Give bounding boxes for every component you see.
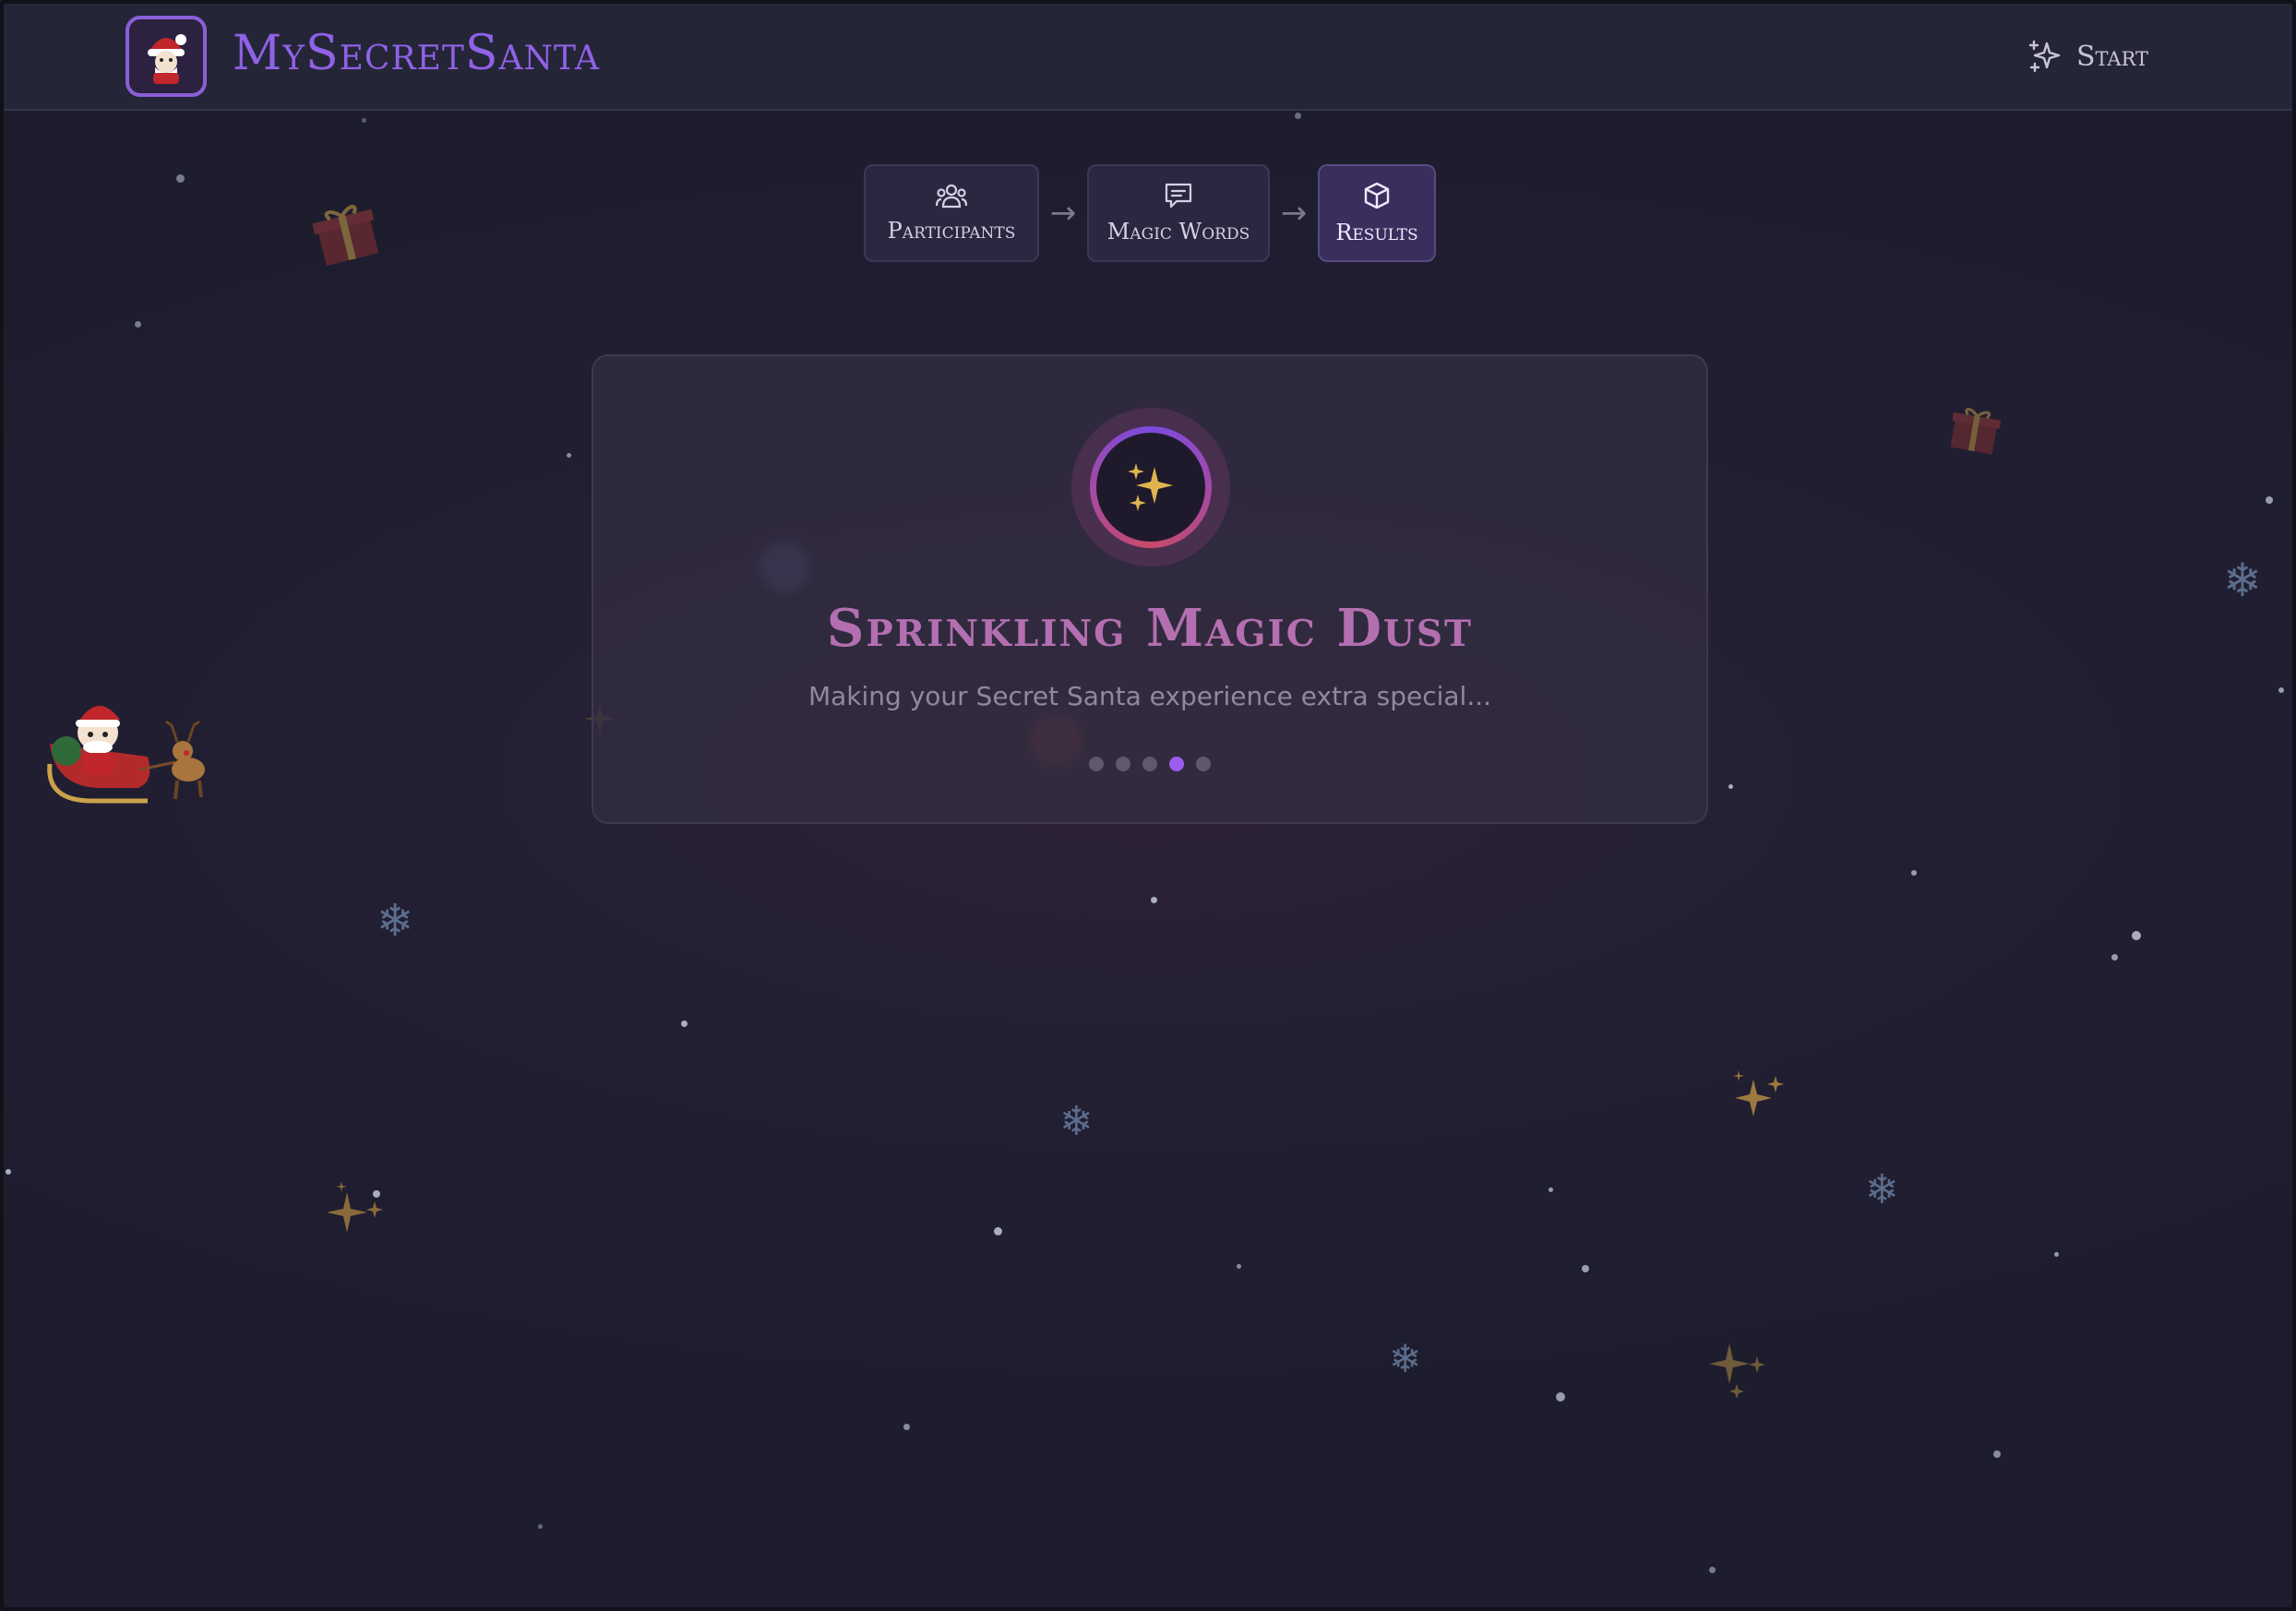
step-participants[interactable]: Participants [864,164,1039,262]
snow-dot [362,118,366,123]
snowflake-icon: ❄ [2223,554,2262,607]
progress-stepper: Participants → Magic Words → Results [864,164,1436,262]
sparkles-icon [2028,40,2061,73]
snow-dot [176,174,185,183]
users-icon [936,184,967,209]
snow-dot [2132,931,2141,940]
step-label: Magic Words [1106,219,1250,245]
progress-dot [1142,757,1157,771]
arrow-right-icon: → [1280,195,1308,232]
snowflake-icon: ❄ [377,895,414,947]
sparkle-icon [1709,1343,1765,1399]
snow-dot [1237,1264,1241,1269]
snow-dot [1556,1392,1565,1402]
gift-icon [312,205,379,267]
step-magic-words[interactable]: Magic Words [1087,164,1270,262]
snowflake-icon: ❄ [1865,1166,1899,1213]
snow-dot [538,1524,543,1529]
snow-dot [681,1020,688,1027]
snow-dot [1549,1187,1553,1192]
loading-card: Sprinkling Magic Dust Making your Secret… [592,354,1708,824]
brand-title[interactable]: MySecretSanta [233,26,600,81]
snow-dot [1911,870,1917,876]
progress-dot [1089,757,1104,771]
progress-dots [593,757,1706,771]
loading-subtitle: Making your Secret Santa experience extr… [807,681,1492,711]
snow-dot [1582,1265,1589,1272]
snow-dot [903,1424,910,1430]
snowflake-icon: ❄ [1389,1336,1422,1381]
snow-dot [6,1169,11,1175]
snow-dot [2278,687,2284,693]
app-header: MySecretSanta Start [0,0,2296,111]
progress-dot [1196,757,1211,771]
step-results[interactable]: Results [1318,164,1436,262]
sparkle-icon [327,1181,383,1233]
step-label: Results [1335,220,1418,245]
snow-dot [994,1227,1002,1235]
gift-icon [1950,408,2002,455]
snow-dot [135,321,141,328]
snowflake-icon: ❄ [1059,1098,1094,1145]
santa-sleigh-icon [47,705,205,804]
snow-dot [2266,496,2273,504]
start-button[interactable]: Start [2027,33,2148,79]
sparkle-icon [1733,1070,1784,1116]
box-icon [1364,182,1390,209]
snow-dot [1295,113,1301,119]
snow-dot [2111,954,2118,961]
santa-logo-icon[interactable] [126,16,207,97]
progress-dot [1116,757,1130,771]
snow-dot [1709,1567,1716,1573]
snow-dot [1151,897,1157,903]
arrow-right-icon: → [1049,195,1077,232]
snow-dot [1728,784,1733,789]
message-icon [1165,183,1192,209]
start-label: Start [2076,40,2149,73]
snow-dot [567,453,571,458]
snow-dot [1993,1450,2001,1458]
loading-spinner [1071,408,1230,567]
sparkles-icon [1128,463,1173,511]
snow-dot [2054,1252,2059,1257]
step-label: Participants [887,218,1016,244]
loading-title: Sprinkling Magic Dust [826,598,1474,659]
progress-dot-active [1169,757,1184,771]
